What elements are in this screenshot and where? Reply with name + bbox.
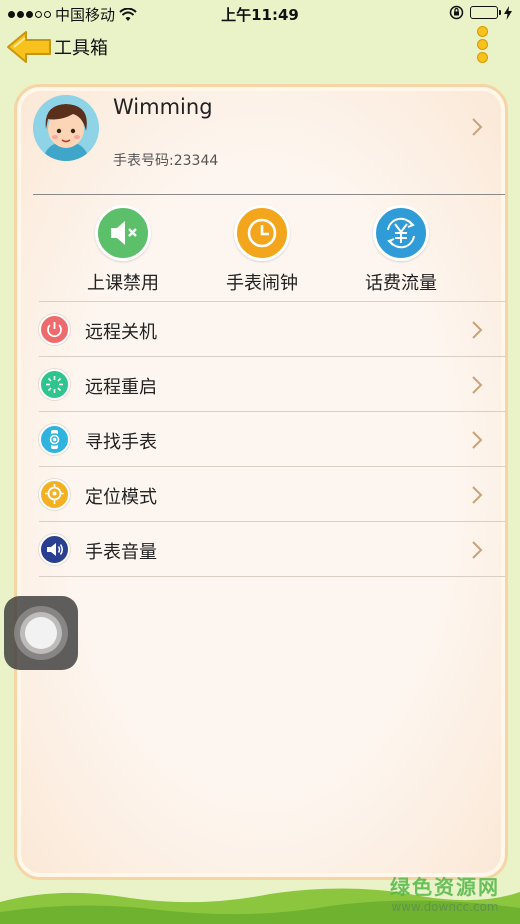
menu-item-label: 寻找手表 bbox=[85, 432, 157, 453]
chevron-right-icon bbox=[472, 431, 483, 449]
more-options-button[interactable] bbox=[474, 26, 490, 64]
status-right bbox=[449, 5, 512, 20]
watermark: 绿色资源网 www.downcc.com bbox=[390, 871, 500, 914]
menu-item-label: 定位模式 bbox=[85, 487, 157, 508]
menu-item-location-mode[interactable]: 定位模式 bbox=[39, 467, 505, 522]
menu-item-label: 远程关机 bbox=[85, 322, 157, 343]
quick-action-label: 话费流量 bbox=[365, 273, 437, 294]
profile-name: Wimming bbox=[113, 95, 213, 119]
profile-row[interactable]: Wimming 手表号码:23344 bbox=[17, 87, 505, 195]
menu-item-find-watch[interactable]: 寻找手表 bbox=[39, 412, 505, 467]
tool-menu-list: 远程关机 远程重启 寻找手表 定位模式 手表音量 bbox=[39, 301, 505, 577]
mute-speaker-icon bbox=[95, 205, 151, 261]
watermark-url: www.downcc.com bbox=[391, 900, 499, 914]
navigation-bar: 工具箱 bbox=[0, 26, 520, 72]
quick-action-alarm[interactable]: 手表闹钟 bbox=[202, 205, 322, 295]
yuan-refresh-icon bbox=[373, 205, 429, 261]
quick-action-label: 手表闹钟 bbox=[226, 273, 298, 294]
menu-item-watch-volume[interactable]: 手表音量 bbox=[39, 522, 505, 577]
volume-icon bbox=[39, 534, 70, 565]
page-title: 工具箱 bbox=[54, 38, 108, 59]
quick-action-class-mute[interactable]: 上课禁用 bbox=[63, 205, 183, 295]
back-button[interactable]: 工具箱 bbox=[6, 30, 108, 64]
watch-number: 手表号码:23344 bbox=[113, 153, 219, 169]
chevron-right-icon bbox=[472, 541, 483, 559]
back-arrow-icon bbox=[7, 31, 51, 63]
chevron-right-icon bbox=[472, 118, 483, 136]
chevron-right-icon bbox=[472, 321, 483, 339]
location-icon bbox=[39, 479, 70, 510]
alarm-clock-icon bbox=[234, 205, 290, 261]
watch-search-icon bbox=[39, 424, 70, 455]
orientation-lock-icon bbox=[449, 5, 464, 20]
quick-action-billing[interactable]: 话费流量 bbox=[341, 205, 461, 295]
power-icon bbox=[39, 314, 70, 345]
menu-item-label: 远程重启 bbox=[85, 377, 157, 398]
quick-action-label: 上课禁用 bbox=[87, 273, 159, 294]
child-avatar-icon bbox=[33, 95, 99, 161]
restart-icon bbox=[39, 369, 70, 400]
menu-item-label: 手表音量 bbox=[85, 542, 157, 563]
chevron-right-icon bbox=[472, 486, 483, 504]
avatar bbox=[33, 95, 99, 161]
status-bar: 中国移动 上午11:49 bbox=[0, 0, 520, 26]
watermark-title: 绿色资源网 bbox=[390, 875, 500, 899]
toolbox-card: Wimming 手表号码:23344 上课禁用 手表闹钟 话费流量 远程关机 远… bbox=[14, 84, 508, 880]
assistive-touch-icon bbox=[25, 617, 57, 649]
chevron-right-icon bbox=[472, 376, 483, 394]
status-time: 上午11:49 bbox=[221, 6, 299, 24]
menu-item-remote-restart[interactable]: 远程重启 bbox=[39, 357, 505, 412]
assistive-touch-button[interactable] bbox=[4, 596, 78, 670]
charging-bolt-icon bbox=[504, 5, 512, 20]
divider bbox=[33, 194, 505, 195]
menu-item-remote-shutdown[interactable]: 远程关机 bbox=[39, 302, 505, 357]
quick-actions: 上课禁用 手表闹钟 话费流量 bbox=[17, 205, 505, 301]
battery-icon bbox=[470, 6, 501, 19]
